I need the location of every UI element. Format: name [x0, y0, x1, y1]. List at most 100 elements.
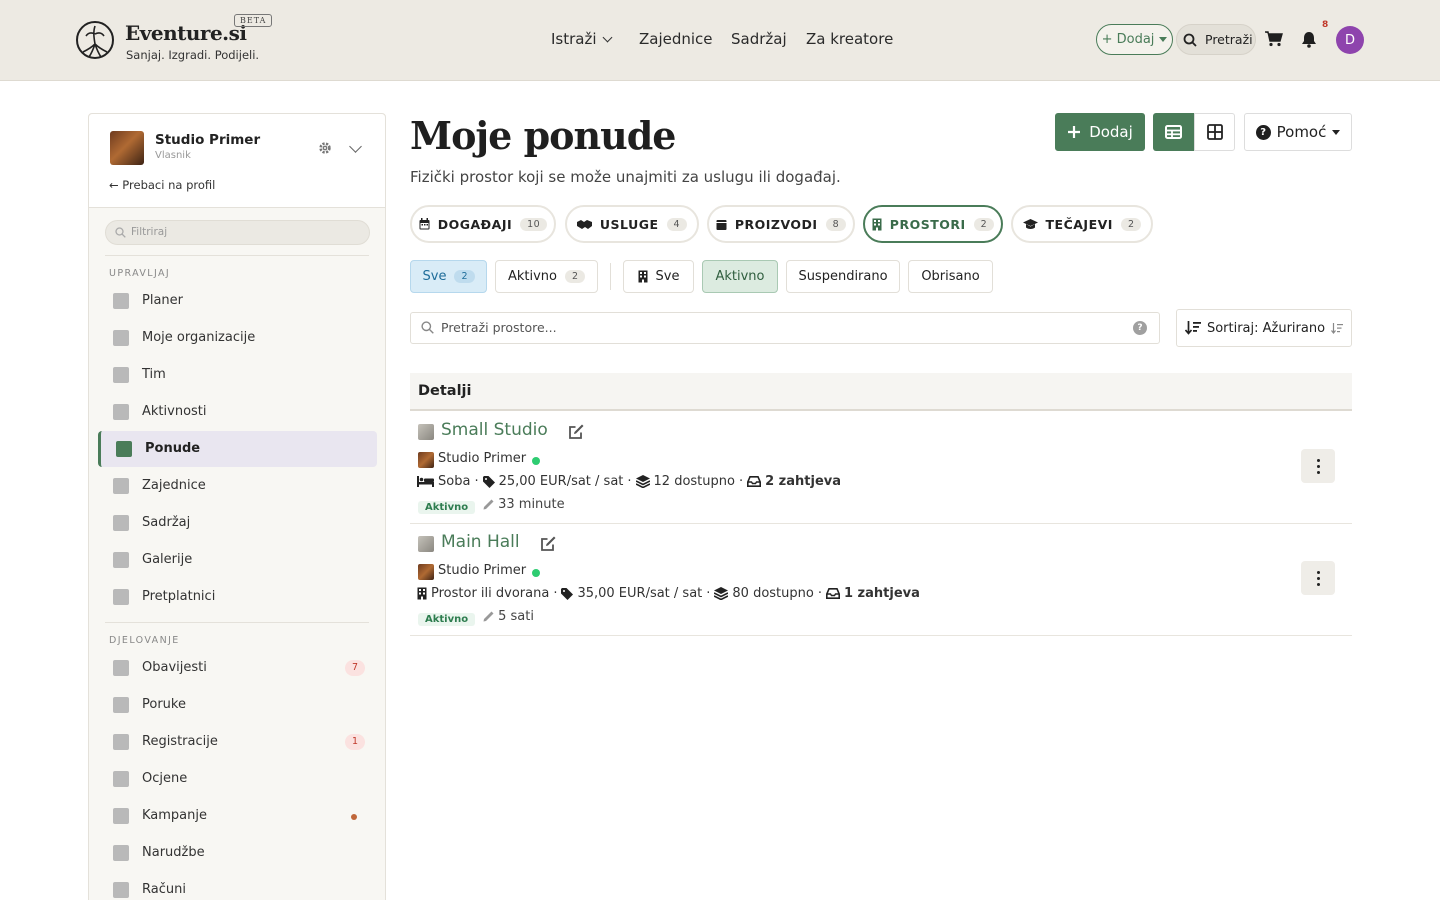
- sidebar-item-kampanje[interactable]: Kampanje: [98, 798, 377, 834]
- dot: [1316, 582, 1320, 586]
- sidebar-item-registracije[interactable]: Registracije 1: [98, 724, 377, 760]
- tab-dogadaji-count: 10: [520, 217, 548, 231]
- offer-title[interactable]: Small Studio: [441, 420, 548, 440]
- grid-view-button[interactable]: [1194, 113, 1235, 151]
- filter-status-active[interactable]: Aktivno: [702, 260, 778, 293]
- header-add-label: + Dodaj: [1101, 32, 1155, 47]
- user-avatar[interactable]: D: [1336, 26, 1364, 54]
- help-dropdown-button[interactable]: ? Pomoć: [1244, 113, 1352, 151]
- filter-all-offers-count: 2: [454, 270, 475, 283]
- filter-status-all[interactable]: Sve: [623, 260, 694, 293]
- tab-usluge[interactable]: USLUGE 4: [565, 205, 699, 243]
- status-badge: Aktivno: [418, 501, 476, 514]
- filter-active-offers-label: Aktivno: [507, 269, 557, 284]
- header-search-button[interactable]: Pretraži: [1176, 24, 1256, 55]
- bell-icon[interactable]: [1301, 31, 1317, 48]
- grid-view-icon: [1206, 124, 1223, 140]
- building-icon: [872, 218, 882, 230]
- tab-proizvodi-count: 8: [825, 217, 847, 231]
- team-icon: [113, 367, 129, 383]
- brand-name[interactable]: Eventure.si: [125, 21, 247, 45]
- sidebar-item-aktivnosti[interactable]: Aktivnosti: [98, 394, 377, 430]
- filter-status-deleted[interactable]: Obrisano: [908, 260, 993, 293]
- status-badge: Aktivno: [418, 613, 476, 626]
- building-icon: [113, 330, 129, 346]
- section-label-act: DJELOVANJE: [109, 635, 180, 646]
- question-circle-icon[interactable]: ?: [1133, 321, 1147, 335]
- online-status-dot: [532, 457, 541, 465]
- edit-icon[interactable]: [540, 535, 557, 552]
- gear-icon[interactable]: [318, 141, 332, 155]
- sidebar-item-planer[interactable]: Planer: [98, 283, 377, 319]
- row-actions-menu-button[interactable]: [1301, 449, 1335, 483]
- edit-icon[interactable]: [568, 423, 585, 440]
- separator: ·: [706, 586, 711, 601]
- offer-thumbnail[interactable]: [418, 424, 434, 440]
- separator: ·: [738, 474, 744, 489]
- sort-direction-icon: [1331, 322, 1344, 334]
- sidebar-item-label: Registracije: [142, 734, 218, 749]
- chevron-down-icon[interactable]: [349, 140, 362, 153]
- tab-prostori[interactable]: PROSTORI 2: [863, 205, 1003, 243]
- add-offer-button[interactable]: Dodaj: [1055, 113, 1145, 151]
- online-status-dot: [532, 569, 541, 577]
- dot: [1316, 570, 1320, 574]
- row-actions-menu-button[interactable]: [1301, 561, 1335, 595]
- sidebar-item-moje-organizacije[interactable]: Moje organizacije: [98, 320, 377, 356]
- filter-status-suspended[interactable]: Suspendirano: [786, 260, 900, 293]
- switch-to-profile-link[interactable]: ← Prebaci na profil: [109, 178, 215, 192]
- nav-sadrzaj[interactable]: Sadržaj: [731, 30, 787, 48]
- sidebar-item-poruke[interactable]: Poruke: [98, 687, 377, 723]
- sort-button[interactable]: Sortiraj: Ažurirano: [1176, 309, 1352, 347]
- org-name[interactable]: Studio Primer: [155, 132, 260, 148]
- offer-updated: 5 sati: [483, 609, 534, 624]
- nav-za-kreatore[interactable]: Za kreatore: [806, 30, 893, 48]
- sidebar-item-narud-be[interactable]: Narudžbe: [98, 835, 377, 871]
- sidebar-item-label: Sadržaj: [142, 515, 191, 530]
- star-icon: [113, 771, 129, 787]
- offer-requests[interactable]: 1 zahtjeva: [844, 586, 920, 601]
- sidebar-item-galerije[interactable]: Galerije: [98, 542, 377, 578]
- question-circle-icon: ?: [1255, 124, 1271, 140]
- sidebar-item-ocjene[interactable]: Ocjene: [98, 761, 377, 797]
- sidebar-item-tim[interactable]: Tim: [98, 357, 377, 393]
- filter-active-offers[interactable]: Aktivno 2: [495, 260, 598, 293]
- sidebar-item-pretplatnici[interactable]: Pretplatnici: [98, 579, 377, 615]
- tab-proizvodi[interactable]: PROIZVODI 8: [707, 205, 855, 243]
- sidebar-item-label: Narudžbe: [142, 845, 205, 860]
- offers-search-input[interactable]: Pretraži prostore... ?: [410, 312, 1160, 344]
- inbox-icon: [825, 588, 840, 599]
- org-avatar[interactable]: [110, 131, 144, 165]
- tab-tecajevi[interactable]: TEČAJEVI 2: [1011, 205, 1153, 243]
- offer-thumbnail[interactable]: [418, 536, 434, 552]
- offer-title[interactable]: Main Hall: [441, 532, 520, 552]
- nav-istrazi[interactable]: Istraži: [551, 30, 612, 48]
- handshake-icon: [576, 219, 592, 229]
- box-icon: [716, 219, 727, 230]
- search-icon: [421, 321, 434, 334]
- nav-zajednice[interactable]: Zajednice: [639, 30, 713, 48]
- sidebar-item-obavijesti[interactable]: Obavijesti 7: [98, 650, 377, 686]
- users-icon: [113, 478, 129, 494]
- sidebar-filter-input[interactable]: Filtriraj: [105, 220, 370, 245]
- sidebar-item-ra-uni[interactable]: Računi: [98, 872, 377, 900]
- dot: [1316, 464, 1320, 468]
- sidebar-item-sadr-aj[interactable]: Sadržaj: [98, 505, 377, 541]
- tab-dogadaji[interactable]: DOGAĐAJI 10: [410, 205, 556, 243]
- images-icon: [113, 552, 129, 568]
- separator: ·: [553, 586, 558, 601]
- sidebar-org-header: Studio Primer Vlasnik ← Prebaci na profi…: [89, 114, 385, 208]
- sidebar: Studio Primer Vlasnik ← Prebaci na profi…: [88, 113, 386, 900]
- tag-icon: [561, 587, 574, 600]
- offer-org[interactable]: Studio Primer: [438, 563, 526, 578]
- invoice-icon: [113, 882, 129, 898]
- table-view-button[interactable]: [1153, 113, 1194, 151]
- tree-logo-icon[interactable]: [75, 20, 115, 60]
- offer-org[interactable]: Studio Primer: [438, 451, 526, 466]
- offer-requests[interactable]: 2 zahtjeva: [765, 474, 841, 489]
- sidebar-item-ponude[interactable]: Ponude: [98, 431, 377, 467]
- header-add-button[interactable]: + Dodaj: [1096, 24, 1173, 55]
- sidebar-item-zajednice[interactable]: Zajednice: [98, 468, 377, 504]
- cart-icon[interactable]: [1265, 31, 1283, 47]
- filter-all-offers[interactable]: Sve 2: [410, 260, 487, 293]
